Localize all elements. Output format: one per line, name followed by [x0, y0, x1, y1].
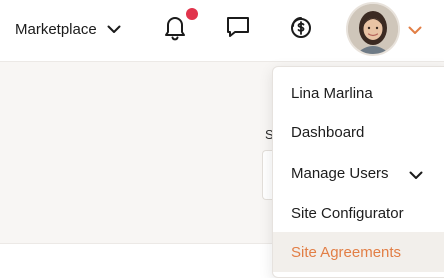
menu-item-site-agreements[interactable]: Site Agreements — [273, 232, 444, 272]
bell-icon — [162, 13, 188, 46]
coins-icon — [287, 14, 313, 45]
menu-item-label: Manage Users — [291, 164, 389, 182]
user-menu-toggle[interactable] — [408, 22, 422, 40]
menu-item-label: Site Configurator — [291, 204, 404, 222]
marketplace-label: Marketplace — [15, 20, 97, 38]
menu-item-manage-users[interactable]: Manage Users — [273, 153, 444, 193]
menu-item-dashboard[interactable]: Dashboard — [273, 112, 444, 152]
menu-item-label: Lina Marlina — [291, 84, 373, 102]
avatar[interactable] — [348, 4, 398, 54]
user-dropdown-menu: Lina Marlina Dashboard Manage Users Site… — [272, 66, 444, 278]
menu-item-label: Site Agreements — [291, 243, 402, 261]
chevron-down-icon — [107, 25, 121, 34]
chevron-down-icon — [409, 167, 423, 184]
marketplace-dropdown[interactable]: Marketplace — [15, 18, 121, 40]
user-photo — [348, 4, 398, 54]
menu-item-site-configurator[interactable]: Site Configurator — [273, 193, 444, 233]
menu-item-profile[interactable]: Lina Marlina — [273, 73, 444, 113]
chevron-down-icon — [408, 22, 422, 39]
messages-button[interactable] — [223, 14, 253, 44]
notification-badge — [186, 8, 198, 20]
billing-button[interactable] — [285, 14, 315, 44]
menu-item-label: Dashboard — [291, 123, 365, 141]
chat-icon — [225, 14, 251, 45]
notifications-button[interactable] — [160, 14, 190, 44]
